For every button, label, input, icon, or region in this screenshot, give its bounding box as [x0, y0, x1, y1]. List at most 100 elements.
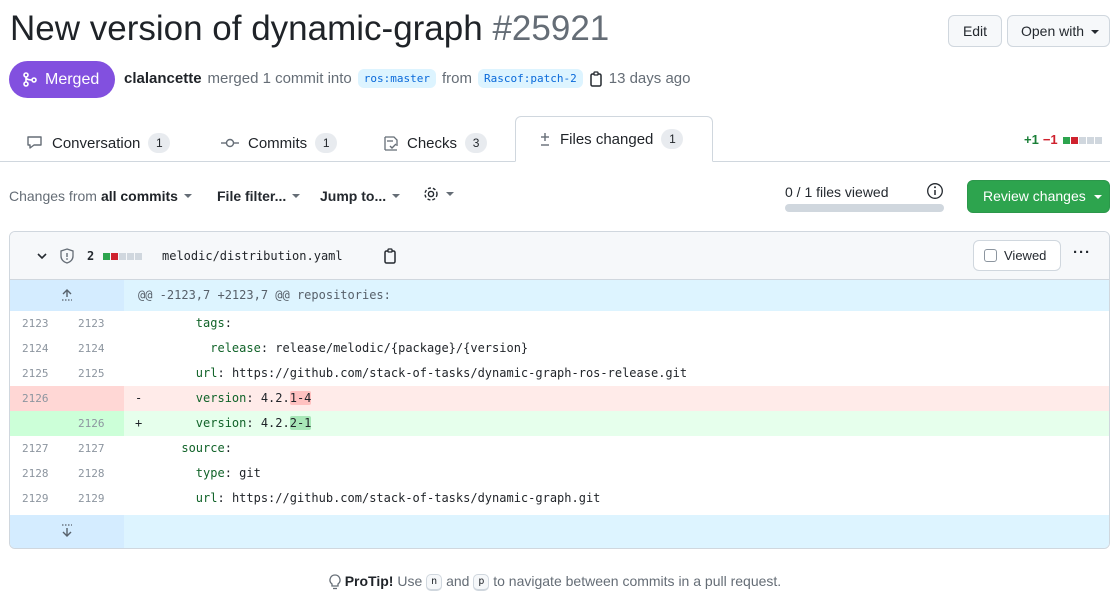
diffstat-bar: [1062, 132, 1102, 147]
head-branch[interactable]: Rascof:patch-2: [478, 69, 583, 88]
tab-checks[interactable]: Checks 3: [383, 124, 488, 162]
old-line-number[interactable]: 2128: [22, 461, 49, 486]
shield-icon-wrap: [60, 232, 74, 280]
more-options-button[interactable]: ···: [1073, 244, 1091, 261]
chevron-down-icon: [446, 192, 454, 196]
changes-from-prefix: Changes from: [9, 188, 97, 204]
diff-settings-dropdown[interactable]: [422, 185, 454, 203]
comment-icon: [27, 136, 42, 149]
diff-line: 2129 2129 url: https://github.com/stack-o…: [10, 486, 1109, 511]
file-path-link[interactable]: melodic/distribution.yaml: [162, 232, 343, 280]
base-branch[interactable]: ros:master: [357, 69, 437, 88]
code-line: version: 4.2.2-1: [138, 411, 312, 436]
protip-text-1: Use: [397, 573, 423, 589]
yaml-key: version: [195, 416, 247, 430]
expand-down-button[interactable]: [10, 515, 124, 548]
yaml-value: release/melodic/{package}/{version}: [275, 341, 529, 355]
gear-icon: [424, 187, 438, 201]
old-line-number[interactable]: 2126: [22, 386, 49, 411]
new-line-number[interactable]: 2128: [78, 461, 105, 486]
files-viewed-progress: [785, 204, 944, 212]
tab-label: Checks: [407, 134, 458, 152]
copy-icon: [384, 248, 396, 264]
hunk-footer: [10, 515, 1109, 548]
new-line-number[interactable]: 2123: [78, 311, 105, 336]
diff-line: 2124 2124 release: release/melodic/{packa…: [10, 336, 1109, 361]
expand-up-button[interactable]: [10, 280, 124, 311]
code-line: url: https://github.com/stack-of-tasks/d…: [138, 486, 601, 511]
collapse-toggle[interactable]: [36, 232, 48, 280]
code-line: version: 4.2.1-4: [138, 386, 312, 411]
new-line-number[interactable]: 2124: [78, 336, 105, 361]
yaml-key: source: [181, 441, 225, 455]
old-line-number[interactable]: 2124: [22, 336, 49, 361]
pr-title-text: New version of dynamic-graph: [10, 9, 483, 48]
diff-line: 2126 + version: 4.2.2-1: [10, 411, 1109, 436]
viewed-checkbox[interactable]: [984, 249, 997, 262]
new-line-number[interactable]: 2126: [78, 411, 105, 436]
file-header: 2 melodic/distribution.yaml Viewed ···: [10, 232, 1109, 280]
jump-to-dropdown[interactable]: Jump to...: [320, 188, 401, 204]
review-changes-button[interactable]: Review changes: [967, 180, 1110, 213]
changed-token: 1-4: [289, 391, 312, 405]
viewed-checkbox-button[interactable]: Viewed: [973, 240, 1061, 271]
tab-count: 1: [315, 133, 338, 153]
new-line-number[interactable]: 2125: [78, 361, 105, 386]
yaml-value: https://github.com/stack-of-tasks/dynami…: [231, 491, 601, 505]
changes-from-dropdown[interactable]: Changes from all commits: [9, 188, 192, 204]
diff-line: 2125 2125 url: https://github.com/stack-o…: [10, 361, 1109, 386]
light-bulb-icon: [329, 574, 341, 590]
info-icon[interactable]: [926, 182, 944, 200]
chevron-down-icon: [392, 194, 401, 198]
changed-token: 2-1: [289, 416, 312, 430]
copy-path-button[interactable]: [383, 232, 397, 280]
protip: ProTip! Use n and p to navigate between …: [0, 573, 1110, 591]
new-line-number[interactable]: 2127: [78, 436, 105, 461]
yaml-key: tags: [195, 316, 225, 330]
key-n: n: [426, 573, 443, 591]
open-with-button[interactable]: Open with: [1007, 15, 1110, 47]
code-line: url: https://github.com/stack-of-tasks/d…: [138, 361, 687, 386]
tab-label: Files changed: [560, 130, 654, 148]
protip-text-2: and: [446, 573, 470, 589]
tab-files-changed[interactable]: Files changed 1: [515, 116, 713, 162]
old-line-number[interactable]: 2125: [22, 361, 49, 386]
protip-label: ProTip!: [344, 573, 394, 589]
additions-count: +1: [1024, 132, 1039, 147]
yaml-key: type: [195, 466, 225, 480]
chevron-down-icon: [1093, 195, 1102, 200]
viewed-label: Viewed: [1004, 248, 1047, 263]
edit-button[interactable]: Edit: [948, 15, 1002, 47]
diff-line: 2126- version: 4.2.1-4: [10, 386, 1109, 411]
chevron-down-icon: [292, 194, 301, 198]
review-changes-label: Review changes: [983, 188, 1086, 204]
copy-icon[interactable]: [589, 70, 603, 87]
files-viewed-text: 0 / 1 files viewed: [785, 184, 889, 200]
author-link[interactable]: clalancette: [124, 70, 202, 87]
file-filter-dropdown[interactable]: File filter...: [217, 188, 301, 204]
line-number-gutter: [10, 411, 124, 436]
diff-line: 2127 2127 source:: [10, 436, 1109, 461]
code-line: source:: [138, 436, 239, 461]
file-diffstat-bar: [102, 232, 142, 280]
tab-label: Conversation: [52, 134, 141, 152]
tab-conversation[interactable]: Conversation 1: [26, 124, 171, 162]
new-line-number[interactable]: 2129: [78, 486, 105, 511]
merge-action-text: merged 1 commit into: [207, 70, 352, 87]
file-diff: 2 melodic/distribution.yaml Viewed ··· @…: [9, 231, 1110, 549]
tab-commits[interactable]: Commits 1: [220, 124, 338, 162]
diff-line: 2128 2128 type: git: [10, 461, 1109, 486]
old-line-number[interactable]: 2123: [22, 311, 49, 336]
old-line-number[interactable]: 2129: [22, 486, 49, 511]
old-line-number[interactable]: 2127: [22, 436, 49, 461]
yaml-value: 4.2.: [260, 416, 290, 430]
key-p: p: [473, 573, 490, 591]
merged-status-badge: Merged: [9, 61, 115, 98]
merged-status-label: Merged: [45, 71, 100, 88]
